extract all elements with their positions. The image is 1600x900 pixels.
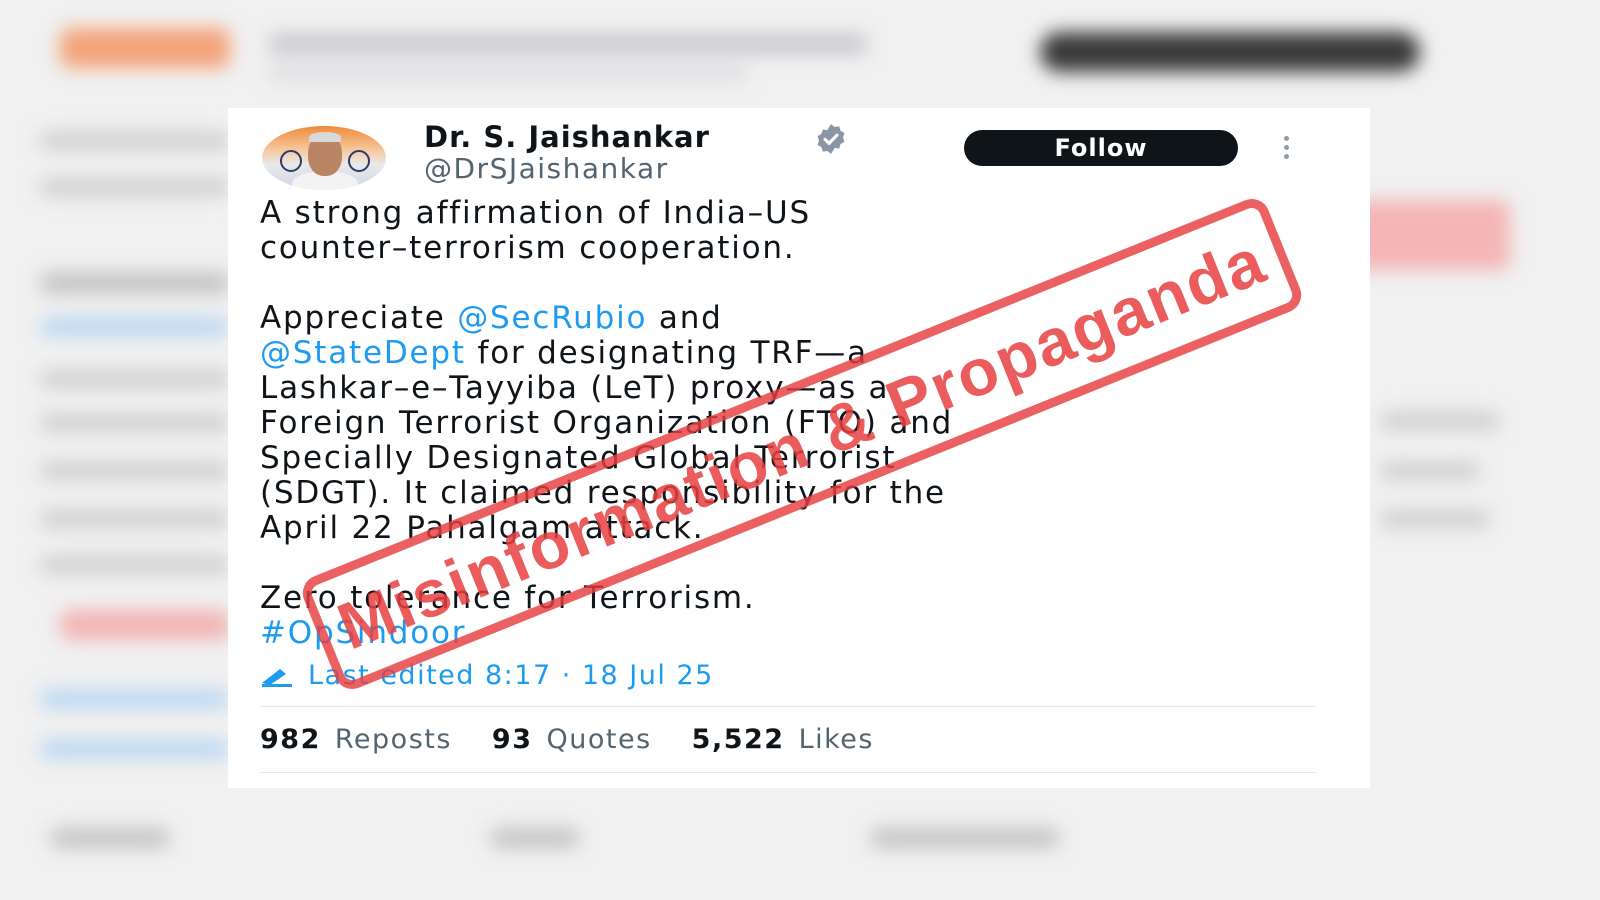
tweet-text-segment: Appreciate [260,300,458,336]
mention-link-secrubio[interactable]: @SecRubio [457,300,647,336]
tweet-text-segment: and [647,300,723,336]
reposts-stat[interactable]: 982 Reposts [260,724,452,755]
follow-button[interactable]: Follow [964,130,1238,166]
reposts-count: 982 [260,724,321,755]
chakra-icon [280,150,302,172]
engagement-stats: 982 Reposts 93 Quotes 5,522 Likes [260,724,914,755]
tweet-text-segment: for designating TRF—a [465,335,868,371]
likes-stat[interactable]: 5,522 Likes [692,724,874,755]
quotes-label: Quotes [546,724,652,755]
likes-label: Likes [798,724,874,755]
profile-avatar[interactable] [262,126,386,190]
chakra-icon [348,150,370,172]
author-handle[interactable]: @DrSJaishankar [424,152,669,185]
more-options-icon[interactable] [1278,136,1294,162]
mention-link-statedept[interactable]: @StateDept [260,335,466,371]
author-display-name[interactable]: Dr. S. Jaishankar [424,120,710,154]
verified-badge-icon [817,124,845,154]
divider [260,706,1316,707]
quotes-count: 93 [491,724,533,755]
likes-count: 5,522 [691,724,785,755]
pencil-edit-icon [262,668,292,687]
divider [260,772,1316,773]
last-edited-link[interactable]: Last edited 8:17 · 18 Jul 25 [260,660,714,691]
reposts-label: Reposts [334,724,452,755]
quotes-stat[interactable]: 93 Quotes [492,724,652,755]
